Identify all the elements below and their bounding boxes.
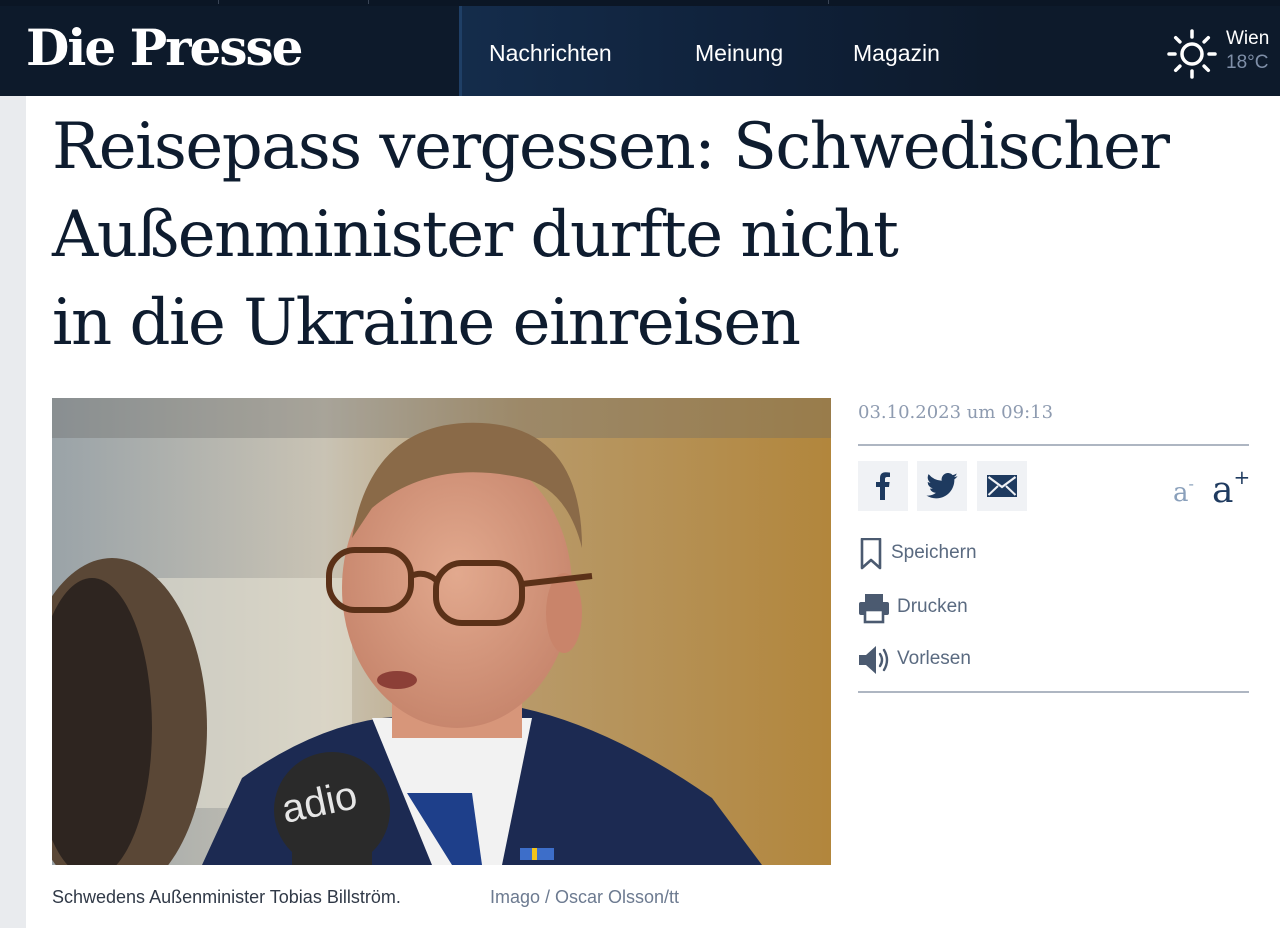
bookmark-icon	[860, 538, 882, 570]
sidebar-divider	[858, 691, 1249, 693]
font-increase-button[interactable]: a+	[1212, 465, 1250, 511]
print-button[interactable]: Drucken	[858, 590, 988, 624]
read-aloud-button[interactable]: Vorlesen	[858, 642, 988, 676]
publish-date: 03.10.2023 um 09:13	[858, 402, 1054, 423]
photo-credit: Imago / Oscar Olsson/tt	[490, 887, 680, 907]
twitter-icon	[926, 473, 958, 499]
nav-nachrichten[interactable]: Nachrichten	[489, 39, 612, 67]
share-twitter-button[interactable]	[917, 461, 967, 511]
sidebar-divider	[858, 444, 1249, 446]
sun-icon	[1167, 29, 1217, 79]
weather-temp: 18°C	[1226, 52, 1269, 73]
font-decrease-minus: -	[1188, 473, 1194, 493]
print-label: Drucken	[897, 596, 968, 617]
font-decrease-button[interactable]: a-	[1173, 474, 1194, 508]
font-increase-plus: +	[1233, 464, 1251, 489]
share-mail-button[interactable]	[977, 461, 1027, 511]
site-header: Die Presse Nachrichten Meinung Magazin W…	[0, 6, 1280, 96]
facebook-icon	[876, 472, 890, 500]
nav-meinung[interactable]: Meinung	[695, 39, 783, 67]
read-aloud-label: Vorlesen	[897, 648, 971, 669]
headline-line: Reisepass vergessen: Schwedischer	[52, 110, 1170, 184]
headline-line: in die Ukraine einreisen	[52, 286, 801, 360]
mail-icon	[987, 475, 1017, 497]
headline-line: Außenminister durfte nicht	[52, 198, 899, 272]
font-decrease-letter: a	[1173, 478, 1189, 508]
weather-city: Wien	[1226, 28, 1270, 49]
article-photo[interactable]: adio	[52, 398, 831, 865]
share-facebook-button[interactable]	[858, 461, 908, 511]
nav-magazin[interactable]: Magazin	[853, 39, 940, 67]
weather-widget[interactable]: Wien 18°C	[1166, 24, 1276, 84]
photo-caption: Schwedens Außenminister Tobias Billström…	[52, 887, 401, 907]
save-label: Speichern	[891, 542, 977, 563]
main-nav: Nachrichten Meinung Magazin	[459, 6, 1003, 96]
article-headline: Reisepass vergessen: Schwedischer Außenm…	[52, 103, 1262, 367]
printer-icon	[859, 594, 889, 624]
photo-illustration: adio	[52, 398, 831, 865]
speaker-icon	[859, 646, 889, 674]
save-button[interactable]: Speichern	[858, 536, 998, 570]
site-logo[interactable]: Die Presse	[26, 20, 303, 76]
font-increase-letter: a	[1212, 470, 1234, 511]
